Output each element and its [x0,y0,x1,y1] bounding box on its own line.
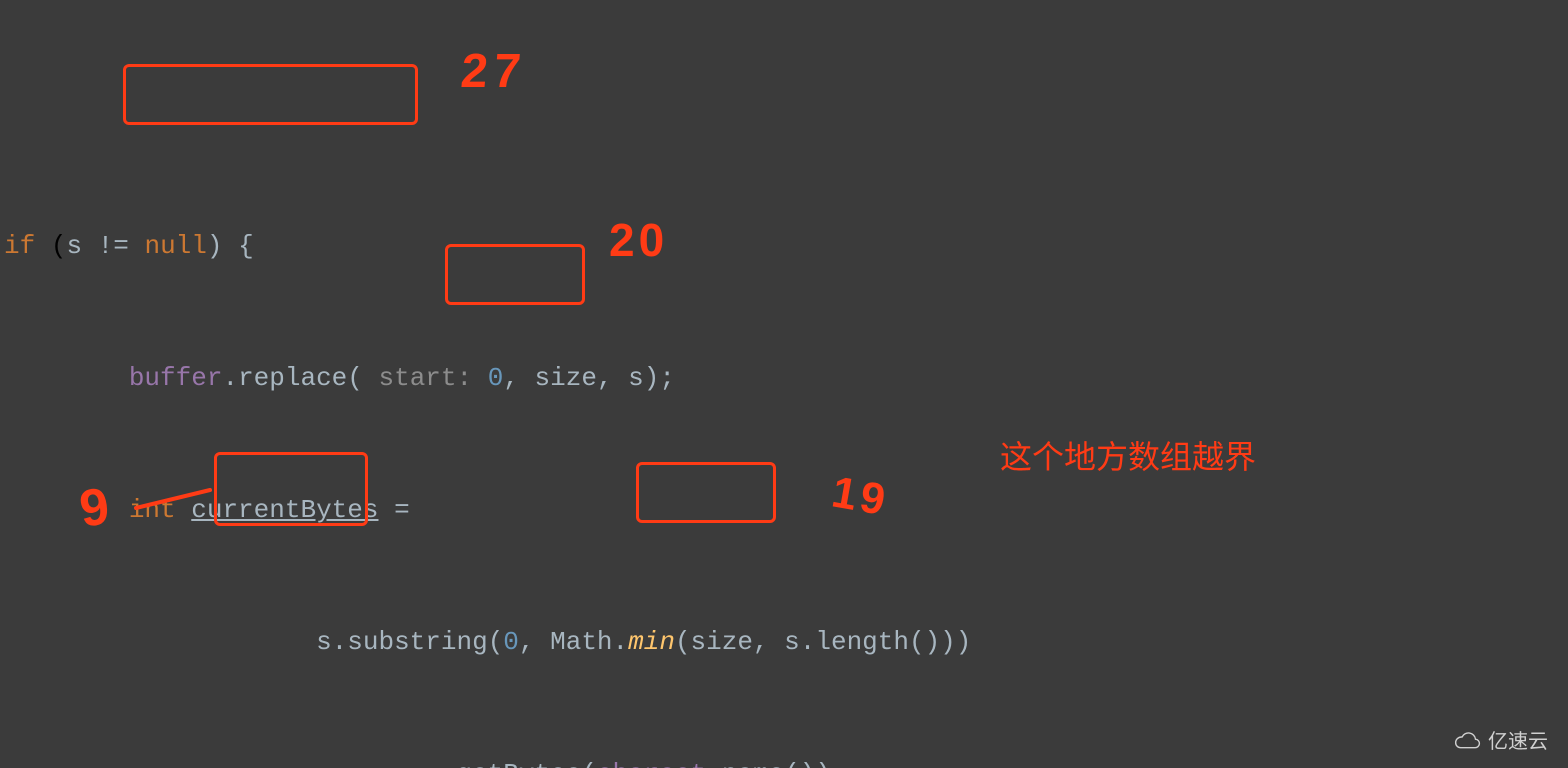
code-line: buffer.replace( start: 0, size, s); [4,356,1568,400]
code-line: if (s != null) { [4,224,1568,268]
highlight-line [0,576,1568,620]
watermark-badge: 亿速云 [1450,720,1548,764]
code-editor[interactable]: if (s != null) { buffer.replace( start: … [0,0,1568,768]
watermark-text: 亿速云 [1488,720,1548,764]
code-line: int currentBytes = [4,488,1568,532]
code-line: .getBytes(charset.name()) [4,752,1568,768]
cloud-icon [1450,730,1484,754]
code-line: s.substring(0, Math.min(size, s.length()… [4,620,1568,664]
